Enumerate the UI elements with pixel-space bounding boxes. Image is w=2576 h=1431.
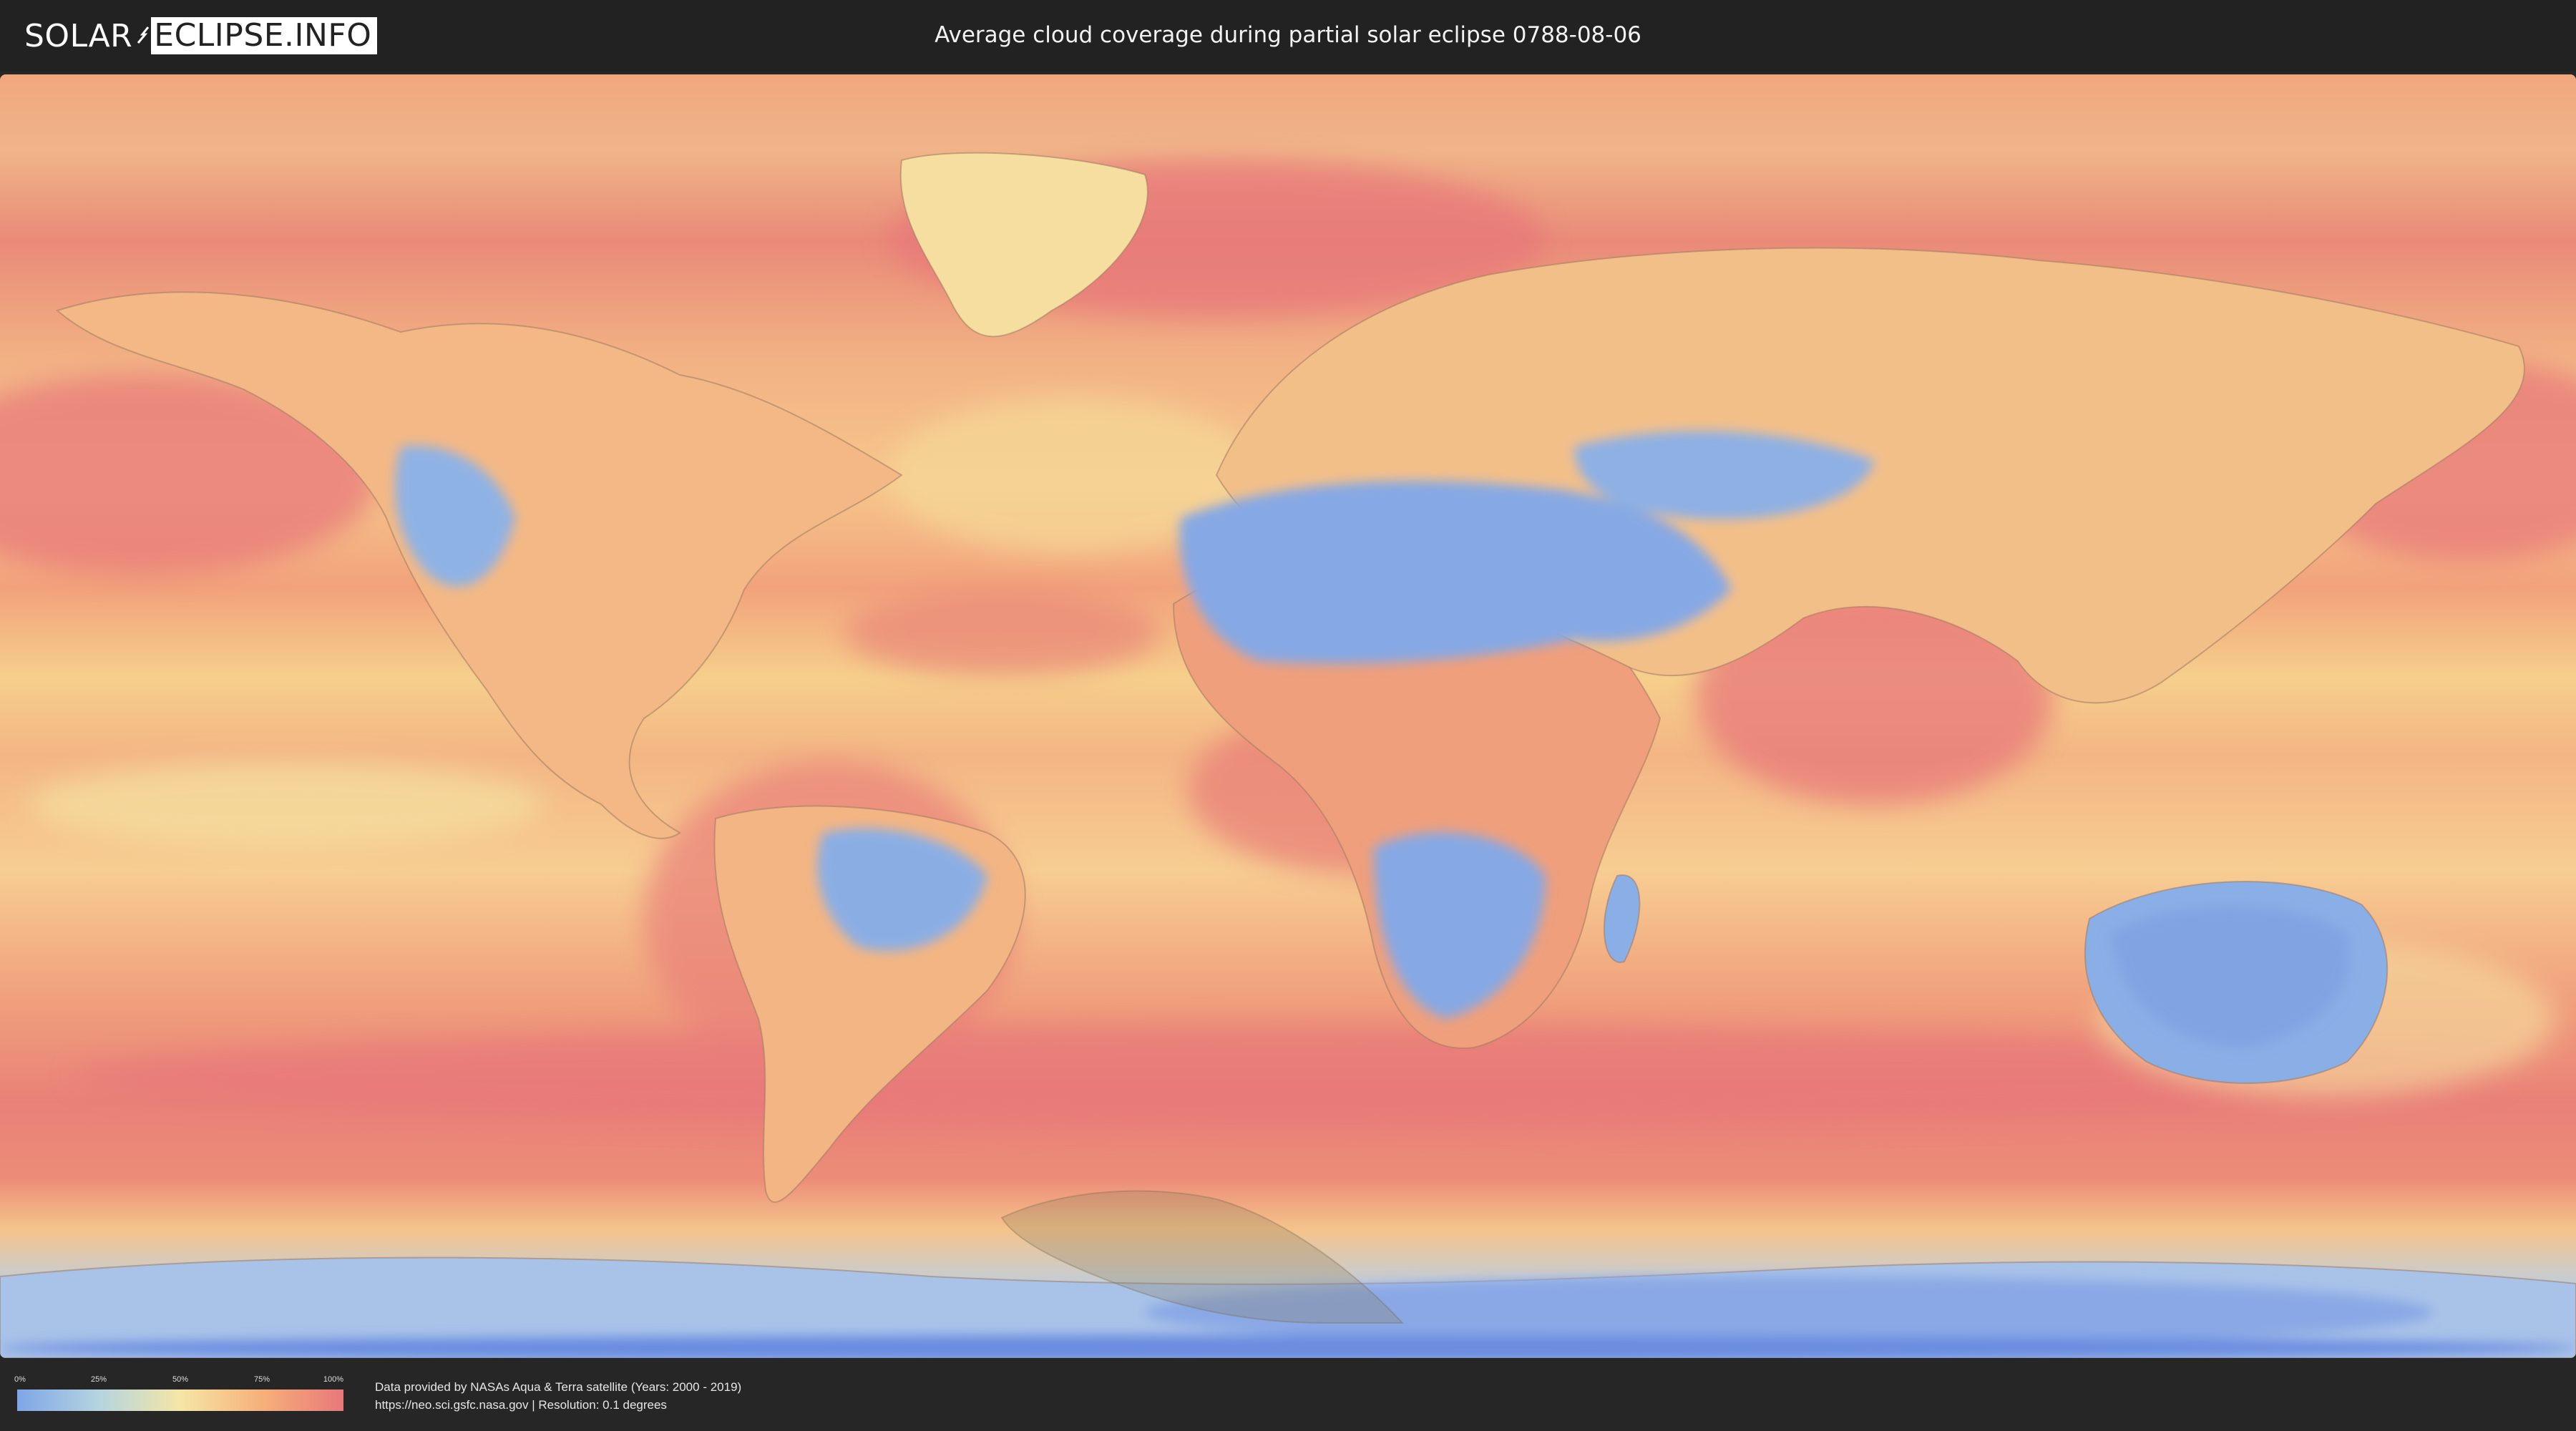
header-bar: SOLAR ECLIPSE.INFO Average cloud coverag… [0, 0, 2576, 72]
data-credit: Data provided by NASAs Aqua & Terra sate… [375, 1378, 741, 1414]
credit-line-source: Data provided by NASAs Aqua & Terra sate… [375, 1380, 742, 1394]
footer-bar: 0% 25% 50% 75% 100% Data provided by NAS… [0, 1358, 2576, 1431]
legend-tick-100: 100% [323, 1375, 344, 1384]
cloud-coverage-legend: 0% 25% 50% 75% 100% [14, 1375, 344, 1412]
page: SOLAR ECLIPSE.INFO Average cloud coverag… [0, 0, 2576, 1431]
world-map [0, 74, 2576, 1358]
credit-line-url: https://neo.sci.gsfc.nasa.gov | Resoluti… [375, 1398, 667, 1412]
legend-tick-0: 0% [14, 1375, 26, 1384]
legend-tick-75: 75% [253, 1375, 270, 1384]
legend-tick-25: 25% [90, 1375, 107, 1384]
page-title: Average cloud coverage during partial so… [935, 22, 1641, 48]
cloud-coverage-map[interactable] [0, 74, 2576, 1358]
legend-tick-50: 50% [172, 1375, 189, 1384]
legend-color-bar [17, 1390, 343, 1411]
